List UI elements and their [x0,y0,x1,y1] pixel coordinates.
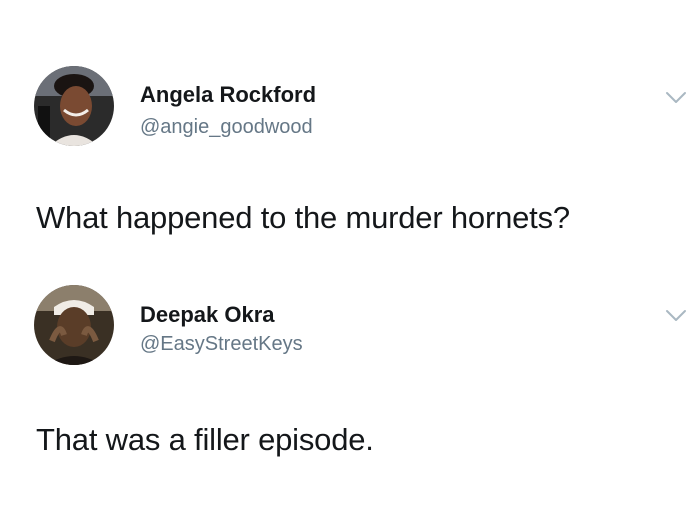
display-name[interactable]: Deepak Okra [140,302,275,328]
display-name[interactable]: Angela Rockford [140,82,316,108]
tweet-text: What happened to the murder hornets? [36,200,570,235]
user-handle[interactable]: @angie_goodwood [140,116,313,139]
chevron-down-icon[interactable] [665,91,687,105]
avatar[interactable] [34,285,114,365]
chevron-down-icon[interactable] [665,309,687,323]
user-handle[interactable]: @EasyStreetKeys [140,333,303,356]
avatar[interactable] [34,66,114,146]
profile-photo-icon [34,285,114,365]
profile-photo-icon [34,66,114,146]
tweet-text: That was a filler episode. [36,422,374,457]
